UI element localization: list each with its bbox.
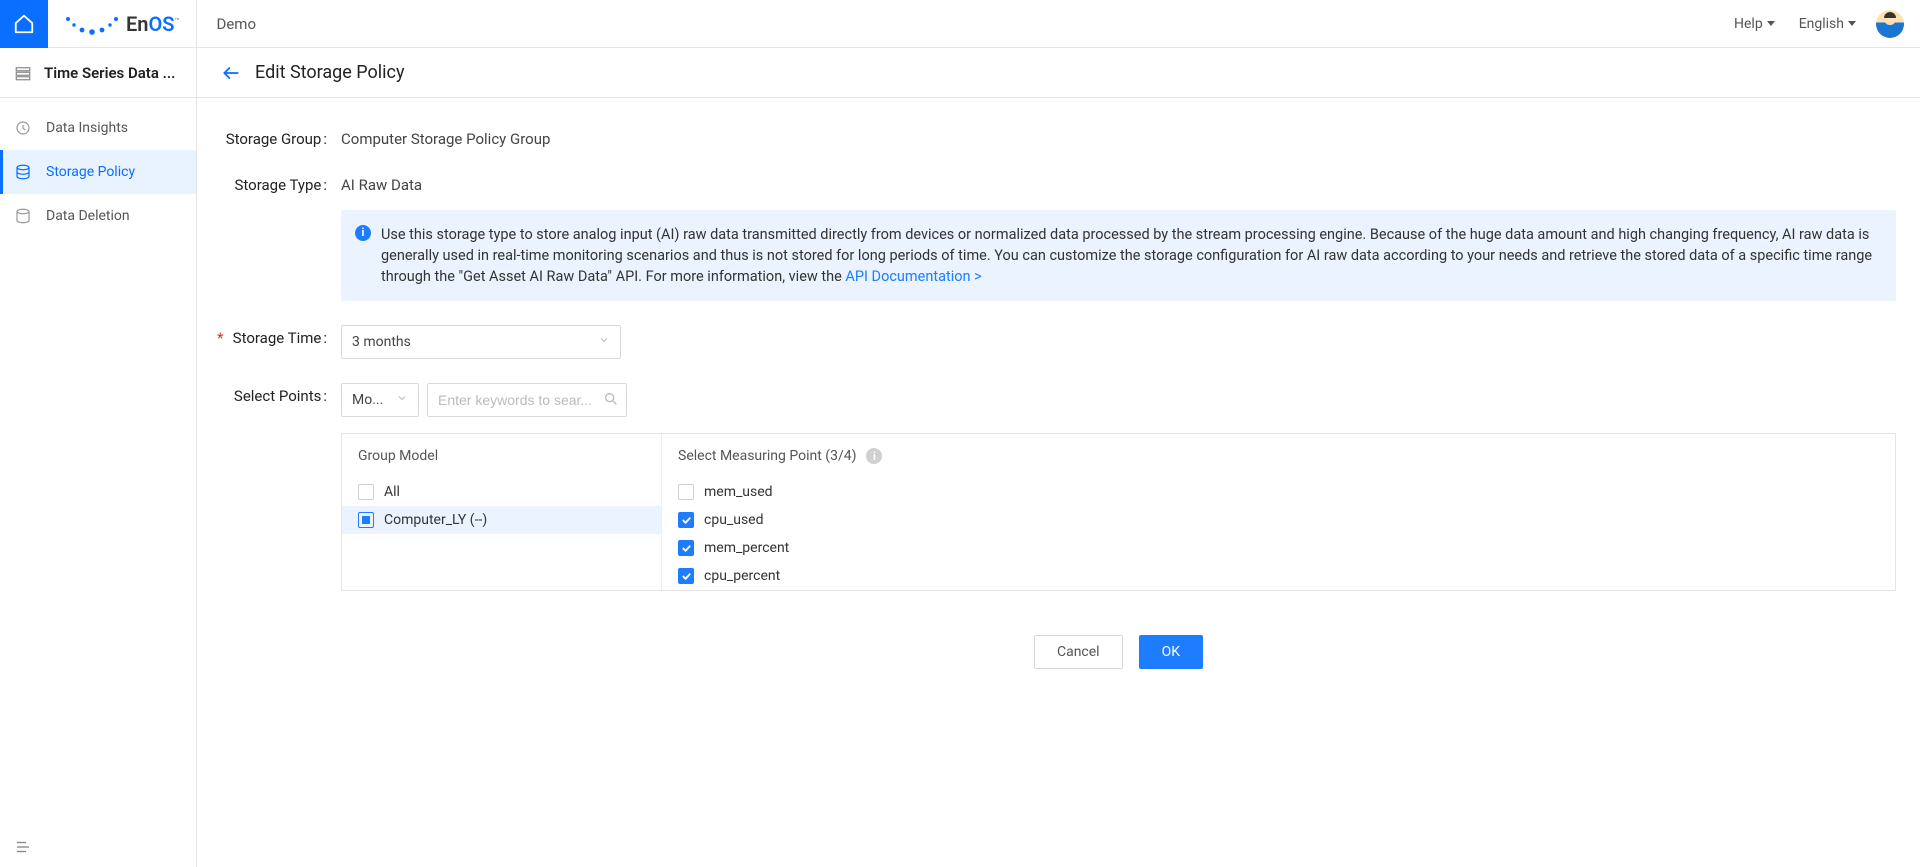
back-button[interactable] [221, 63, 241, 83]
sidebar-item-data-insights[interactable]: Data Insights [0, 106, 196, 150]
top-header: EnOS™ Demo Help English [0, 0, 1920, 48]
point-row-mem-used[interactable]: mem_used [662, 478, 1895, 506]
storage-type-label: Storage Type: [221, 172, 331, 301]
sidebar-item-label: Data Insights [46, 120, 128, 136]
storage-type-value: AI Raw Data [341, 172, 1896, 194]
chevron-down-icon [396, 392, 408, 408]
sidebar-title-text: Time Series Data ... [44, 64, 175, 82]
module-icon [14, 64, 32, 82]
checkbox[interactable] [358, 484, 374, 500]
brand-text: EnOS™ [126, 12, 180, 36]
model-computer-label: Computer_LY (--) [384, 512, 487, 528]
checkbox-checked[interactable] [678, 512, 694, 528]
page-header: Edit Storage Policy [197, 48, 1920, 98]
checkbox-indeterminate[interactable] [358, 512, 374, 528]
point-row-mem-percent[interactable]: mem_percent [662, 534, 1895, 562]
point-label: cpu_percent [704, 568, 780, 584]
arrow-left-icon [221, 63, 241, 83]
storage-group-label: Storage Group: [221, 126, 331, 148]
storage-time-select[interactable]: 3 months [341, 325, 621, 359]
insights-icon [14, 119, 32, 137]
logo-dots-icon [64, 13, 120, 35]
ok-button[interactable]: OK [1139, 635, 1203, 669]
breadcrumb: Demo [197, 15, 277, 33]
storage-time-value: 3 months [352, 334, 411, 350]
model-filter-value: Mo... [352, 392, 383, 408]
info-icon: i [355, 225, 371, 241]
sidebar-collapse[interactable] [0, 827, 196, 867]
info-box: i Use this storage type to store analog … [341, 210, 1896, 301]
deletion-icon [14, 207, 32, 225]
chevron-down-icon [1848, 21, 1856, 26]
point-label: mem_percent [704, 540, 789, 556]
avatar[interactable] [1876, 10, 1904, 38]
api-doc-link[interactable]: API Documentation > [845, 268, 981, 285]
brand-logo[interactable]: EnOS™ [48, 0, 197, 48]
point-label: cpu_used [704, 512, 764, 528]
chevron-down-icon [598, 334, 610, 350]
select-points-label: Select Points: [221, 383, 331, 669]
help-label: Help [1734, 16, 1763, 32]
help-menu[interactable]: Help [1722, 16, 1787, 32]
page-title: Edit Storage Policy [255, 62, 404, 83]
sidebar-item-label: Storage Policy [46, 164, 135, 180]
sidebar-item-data-deletion[interactable]: Data Deletion [0, 194, 196, 238]
model-all-label: All [384, 484, 400, 500]
sidebar: Time Series Data ... Data Insights Stora… [0, 48, 197, 867]
storage-icon [14, 163, 32, 181]
point-label: mem_used [704, 484, 773, 500]
sidebar-item-storage-policy[interactable]: Storage Policy [0, 150, 196, 194]
checkbox-checked[interactable] [678, 540, 694, 556]
model-filter-select[interactable]: Mo... [341, 383, 419, 417]
points-panel: Group Model All Computer_LY (--) [341, 433, 1896, 591]
storage-group-value: Computer Storage Policy Group [341, 126, 1896, 148]
language-menu[interactable]: English [1787, 16, 1868, 32]
cancel-button[interactable]: Cancel [1034, 635, 1123, 669]
checkbox[interactable] [678, 484, 694, 500]
measuring-points-header: Select Measuring Point (3/4) i [662, 434, 1895, 478]
search-icon [603, 391, 619, 411]
storage-time-label: Storage Time: [221, 325, 331, 359]
measuring-points-column: Select Measuring Point (3/4) i mem_used [662, 434, 1895, 590]
sidebar-item-label: Data Deletion [46, 208, 130, 224]
sidebar-title[interactable]: Time Series Data ... [0, 48, 196, 98]
mp-header-text: Select Measuring Point (3/4) [678, 448, 856, 464]
main: Edit Storage Policy Storage Group: Compu… [197, 48, 1920, 867]
points-search-input[interactable] [427, 383, 627, 417]
collapse-icon [14, 838, 32, 856]
model-row-computer-ly[interactable]: Computer_LY (--) [342, 506, 661, 534]
group-model-header: Group Model [342, 434, 661, 478]
group-model-column: Group Model All Computer_LY (--) [342, 434, 662, 590]
info-icon[interactable]: i [866, 448, 882, 464]
home-icon [13, 13, 35, 35]
chevron-down-icon [1767, 21, 1775, 26]
home-button[interactable] [0, 0, 48, 48]
language-label: English [1799, 16, 1844, 32]
point-row-cpu-percent[interactable]: cpu_percent [662, 562, 1895, 590]
checkbox-checked[interactable] [678, 568, 694, 584]
model-row-all[interactable]: All [342, 478, 661, 506]
point-row-cpu-used[interactable]: cpu_used [662, 506, 1895, 534]
info-text: Use this storage type to store analog in… [381, 226, 1872, 285]
